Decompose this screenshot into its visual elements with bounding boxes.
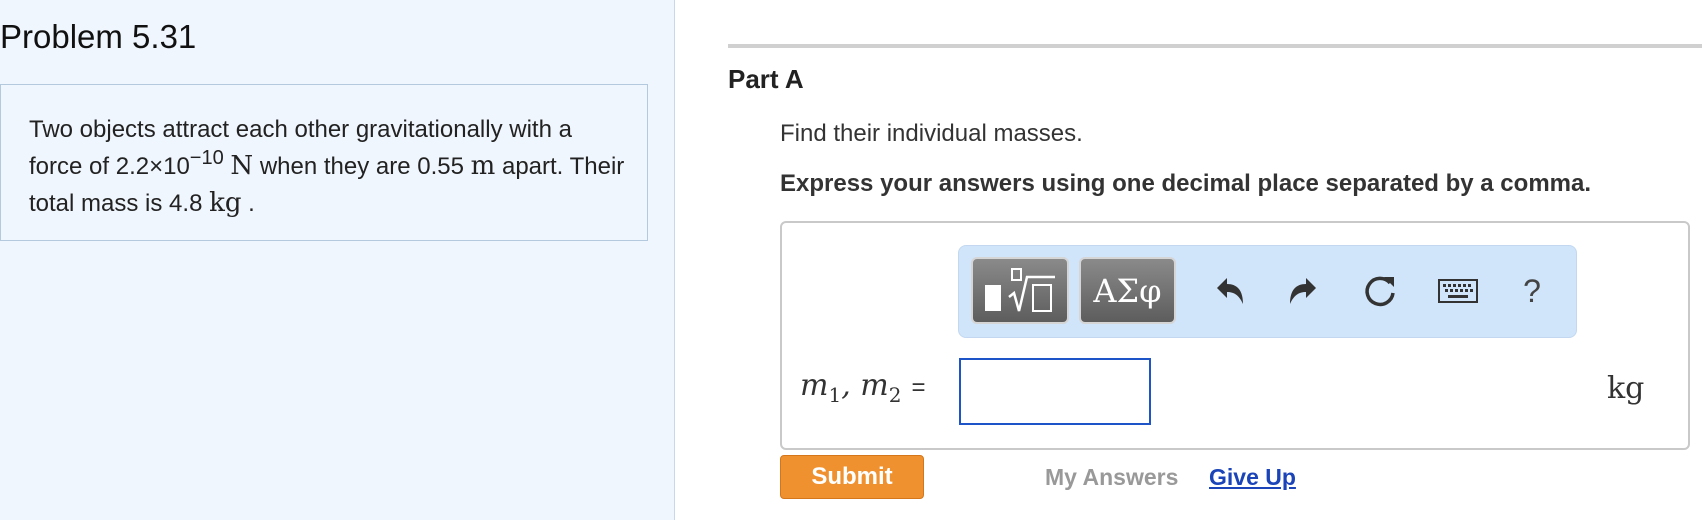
my-answers-link[interactable]: My Answers [1045, 464, 1178, 491]
var2: m [860, 368, 889, 403]
redo-icon [1290, 278, 1316, 304]
mass-unit: kg [209, 188, 242, 218]
force-value: 2.2×10 [115, 153, 190, 180]
submit-button[interactable]: Submit [780, 455, 924, 499]
reset-icon [1365, 276, 1395, 307]
problem-text-4: . [241, 190, 255, 217]
keyboard-icon [1438, 279, 1478, 303]
distance-value: 0.55 [417, 153, 464, 180]
keyboard-button[interactable] [1433, 266, 1483, 316]
templates-button[interactable] [971, 257, 1069, 324]
answer-input[interactable] [959, 358, 1151, 425]
problem-panel: Problem 5.31 Two objects attract each ot… [0, 0, 675, 520]
undo-icon [1217, 278, 1243, 304]
answer-variable-label: m1, m2 = [800, 368, 925, 407]
help-icon: ? [1523, 272, 1541, 309]
templates-icon [985, 267, 1055, 312]
var2-subscript: 2 [888, 383, 902, 407]
force-exponent: −10 [189, 147, 224, 169]
part-divider [728, 44, 1702, 48]
part-title: Part A [728, 64, 804, 94]
var1-subscript: 1 [828, 383, 842, 407]
distance-unit: m [470, 151, 496, 181]
var1: m [800, 368, 829, 403]
help-button[interactable]: ? [1507, 266, 1557, 316]
part-instruction: Find their individual masses. [780, 120, 1083, 147]
reset-button[interactable] [1355, 266, 1405, 316]
undo-button[interactable] [1205, 266, 1255, 316]
force-unit: N [230, 151, 254, 181]
answer-unit: kg [1607, 371, 1645, 406]
mass-value: 4.8 [169, 190, 203, 217]
redo-button[interactable] [1278, 266, 1328, 316]
symbols-button[interactable]: ΑΣφ [1079, 257, 1176, 324]
math-toolbar: ΑΣφ ? [958, 245, 1577, 338]
part-format-instruction: Express your answers using one decimal p… [780, 170, 1592, 197]
problem-title: Problem 5.31 [0, 18, 197, 55]
problem-text-2: when they are [253, 153, 418, 180]
give-up-link[interactable]: Give Up [1209, 464, 1296, 491]
problem-statement: Two objects attract each other gravitati… [0, 84, 648, 241]
equals-sign: = [911, 374, 926, 401]
var-separator: , [841, 368, 861, 403]
